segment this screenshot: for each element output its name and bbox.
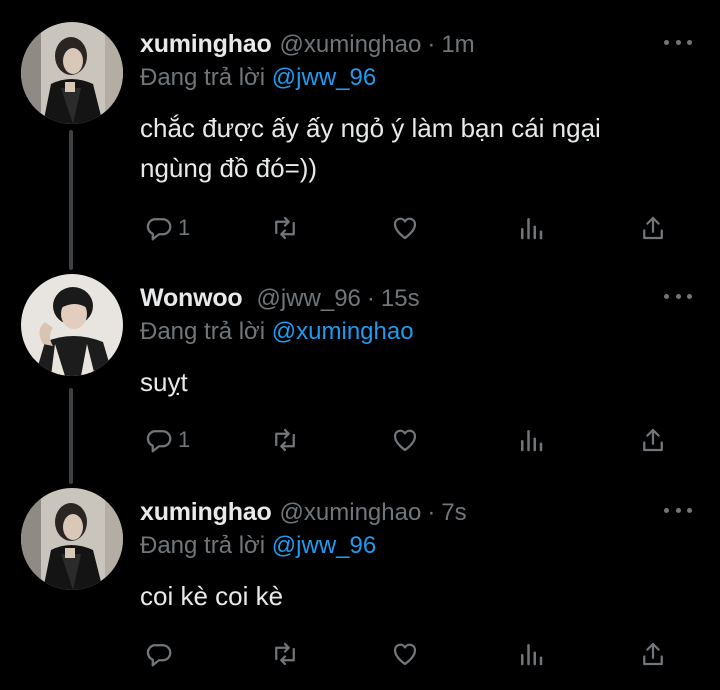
reply-icon [146, 218, 172, 241]
like-button[interactable] [390, 208, 420, 248]
replying-to: Đang trả lời @xuminghao [140, 318, 414, 346]
timestamp[interactable]: 7s [441, 499, 466, 527]
reply-icon [146, 644, 172, 667]
replying-to-label: Đang trả lời [140, 532, 266, 559]
reply-count: 1 [178, 215, 191, 240]
retweet-button[interactable] [270, 208, 300, 248]
share-icon [643, 216, 663, 240]
tweet-text-line: suỵt [140, 367, 188, 397]
heart-icon [393, 217, 417, 240]
more-options-icon[interactable] [664, 286, 692, 306]
tweet-text: chắc được ấy ấy ngỏ ý làm bạn cái ngại n… [140, 108, 680, 188]
heart-icon [393, 643, 417, 666]
views-icon [521, 218, 543, 240]
tweet-text-line: coi kè coi kè [140, 581, 284, 611]
share-button[interactable] [638, 634, 668, 674]
replying-to-label: Đang trả lời [140, 64, 266, 91]
reply-button[interactable] [144, 634, 178, 674]
tweet-text-line: chắc được ấy ấy ngỏ ý làm bạn cái ngại [140, 113, 601, 143]
avatar[interactable] [21, 488, 123, 590]
reply-count: 1 [178, 427, 191, 452]
action-bar [140, 634, 680, 674]
replying-to-label: Đang trả lời [140, 318, 266, 345]
mention-link[interactable]: @jww_96 [272, 532, 376, 559]
more-options-icon[interactable] [664, 32, 692, 52]
tweet[interactable]: Wonwoo @jww_96 · 15s Đang trả lời @xumin… [0, 262, 720, 474]
retweet-icon [275, 428, 295, 452]
tweet-header: xuminghao @xuminghao · 1m [140, 30, 475, 64]
tweet-text: coi kè coi kè [140, 576, 680, 616]
reply-button[interactable]: 1 [144, 208, 190, 248]
views-icon [521, 644, 543, 666]
retweet-button[interactable] [270, 634, 300, 674]
share-icon [643, 428, 663, 452]
mention-link[interactable]: @xuminghao [272, 318, 414, 345]
retweet-button[interactable] [270, 420, 300, 460]
avatar[interactable] [21, 274, 123, 376]
views-button[interactable] [516, 420, 546, 460]
action-bar: 1 [140, 208, 680, 248]
views-button[interactable] [516, 208, 546, 248]
avatar-xuminghao-image [21, 488, 123, 590]
retweet-icon [275, 642, 295, 666]
reply-button[interactable]: 1 [144, 420, 190, 460]
share-button[interactable] [638, 420, 668, 460]
user-handle[interactable]: @jww_96 [256, 285, 360, 313]
like-button[interactable] [390, 420, 420, 460]
retweet-icon [275, 216, 295, 240]
tweet[interactable]: xuminghao @xuminghao · 1m Đang trả lời @… [0, 0, 720, 260]
tweet-header: Wonwoo @jww_96 · 15s [140, 284, 420, 318]
reply-icon [146, 430, 172, 453]
replying-to: Đang trả lời @jww_96 [140, 64, 376, 92]
separator: · [427, 31, 436, 58]
share-button[interactable] [638, 208, 668, 248]
user-handle[interactable]: @xuminghao [280, 31, 422, 59]
display-name[interactable]: Wonwoo [140, 284, 243, 313]
separator: · [366, 285, 375, 312]
avatar-xuminghao-image [21, 22, 123, 124]
views-icon [521, 430, 543, 452]
separator: · [427, 499, 436, 526]
tweet-text: suỵt [140, 362, 680, 402]
display-name[interactable]: xuminghao [140, 498, 272, 527]
avatar[interactable] [21, 22, 123, 124]
replying-to: Đang trả lời @jww_96 [140, 532, 376, 560]
timestamp[interactable]: 15s [381, 285, 420, 313]
mention-link[interactable]: @jww_96 [272, 64, 376, 91]
display-name[interactable]: xuminghao [140, 30, 272, 59]
share-icon [643, 642, 663, 666]
user-handle[interactable]: @xuminghao [280, 499, 422, 527]
like-button[interactable] [390, 634, 420, 674]
tweet-header: xuminghao @xuminghao · 7s [140, 498, 467, 532]
tweet-text-line: ngùng đồ đó=)) [140, 153, 318, 183]
timestamp[interactable]: 1m [441, 31, 474, 59]
avatar-wonwoo-image [21, 274, 123, 376]
heart-icon [393, 429, 417, 452]
action-bar: 1 [140, 420, 680, 460]
tweet[interactable]: xuminghao @xuminghao · 7s Đang trả lời @… [0, 476, 720, 690]
views-button[interactable] [516, 634, 546, 674]
more-options-icon[interactable] [664, 500, 692, 520]
